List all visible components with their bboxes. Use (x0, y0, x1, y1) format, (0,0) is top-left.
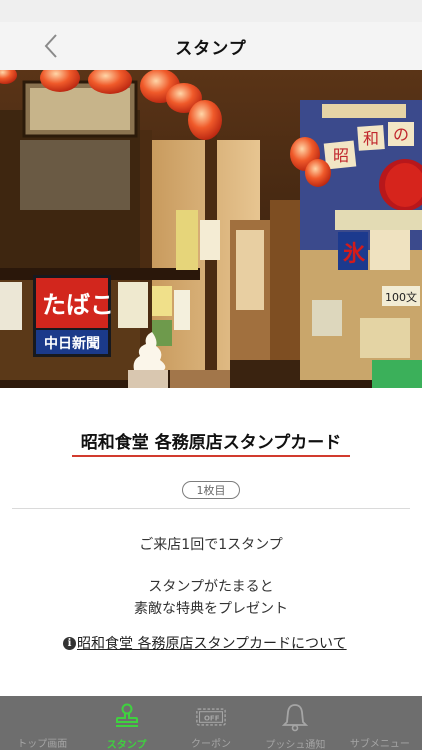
bottom-tab-bar: トップ画面 スタンプ OFF クーポン プッシュ通知 サブメニュー (0, 696, 422, 750)
stamp-icon (112, 702, 142, 732)
chevron-left-icon (44, 34, 57, 58)
tab-coupon-label: クーポン (191, 739, 232, 750)
benefit-text-line-2: 素敵な特典をプレゼント (134, 601, 288, 617)
info-icon: i (63, 636, 76, 650)
title-underline (72, 455, 350, 457)
tab-push[interactable]: プッシュ通知 (253, 696, 337, 750)
tab-stamp[interactable]: スタンプ (84, 696, 168, 750)
sign-ice: 氷 (343, 242, 366, 267)
sign-price: 100文 (385, 290, 417, 304)
menu-icon (365, 702, 395, 731)
tab-stamp-label: スタンプ (106, 740, 147, 750)
card-count-badge: 1枚目 (182, 481, 240, 499)
about-stamp-card-link[interactable]: i 昭和食堂 各務原店スタンプカードについて (63, 633, 347, 653)
restaurant-interior-illustration: 昭 和 の 氷 100文 たばこ 中日新聞 (0, 70, 422, 388)
sign-showa-3: の (393, 125, 409, 144)
hero-photo: 昭 和 の 氷 100文 たばこ 中日新聞 (0, 70, 422, 388)
svg-text:OFF: OFF (204, 713, 220, 722)
section-divider (12, 508, 410, 509)
stamp-card-title: 昭和食堂 各務原店スタンプカード (80, 433, 342, 453)
nav-header: スタンプ (0, 22, 422, 70)
stamp-card-panel: 昭和食堂 各務原店スタンプカード 1枚目 ご来店1回で1スタンプ スタンプがたま… (0, 388, 422, 696)
tab-submenu[interactable]: サブメニュー (338, 696, 422, 750)
sign-newspaper: 中日新聞 (44, 335, 100, 352)
coupon-off-icon: OFF (196, 702, 226, 731)
home-icon (27, 702, 57, 731)
about-link-label: 昭和食堂 各務原店スタンプカードについて (77, 636, 347, 652)
status-bar-area (0, 0, 422, 22)
sign-tabako: たばこ (42, 291, 114, 319)
sign-showa-2: 和 (363, 129, 379, 148)
sign-showa-1: 昭 (333, 146, 349, 165)
tab-coupon[interactable]: OFF クーポン (169, 696, 253, 750)
stamp-rule-text: ご来店1回で1スタンプ (139, 537, 283, 553)
tab-top[interactable]: トップ画面 (0, 696, 84, 750)
bell-icon (280, 702, 310, 732)
page-title: スタンプ (175, 38, 247, 59)
tab-submenu-label: サブメニュー (349, 739, 410, 750)
tab-top-label: トップ画面 (17, 739, 68, 750)
benefit-text-line-1: スタンプがたまると (148, 579, 274, 595)
tab-push-label: プッシュ通知 (265, 740, 326, 750)
back-button[interactable] (34, 30, 68, 62)
